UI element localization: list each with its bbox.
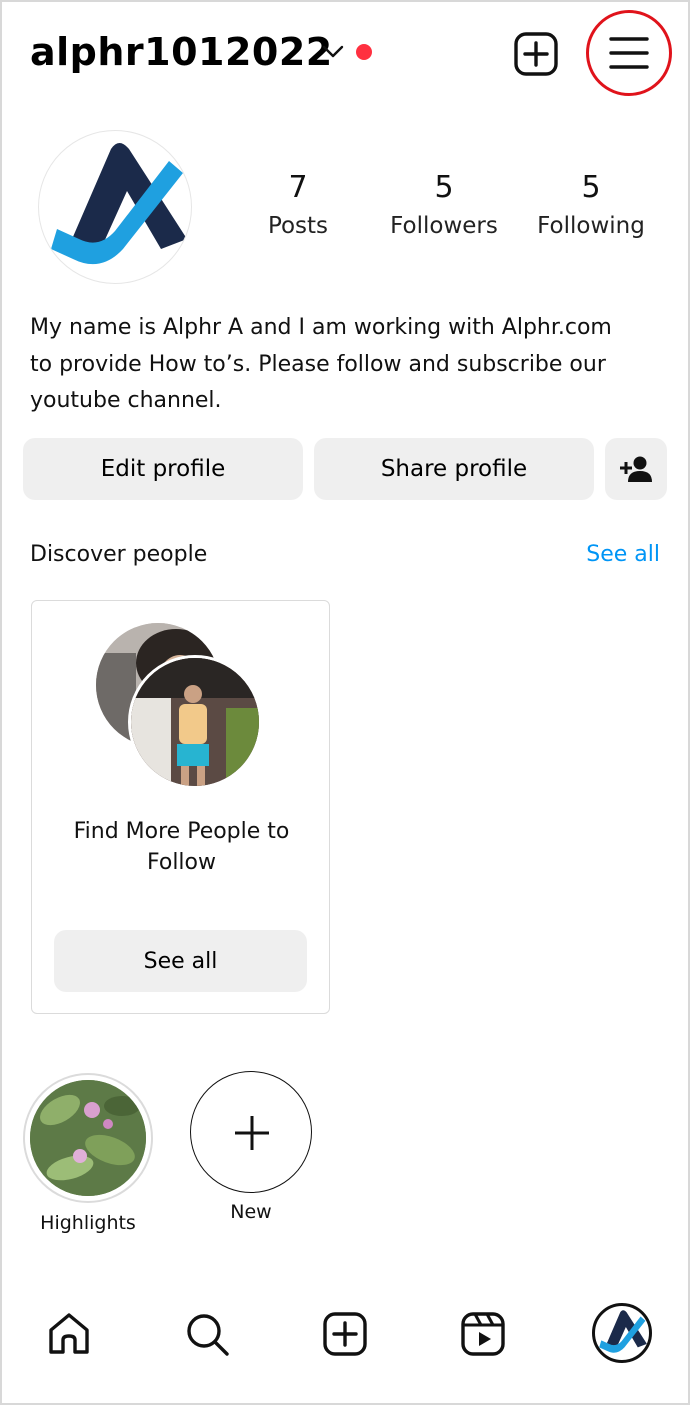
new-highlight-button[interactable] <box>190 1071 312 1193</box>
new-highlight-label: New <box>230 1201 272 1223</box>
discover-people-button[interactable] <box>605 438 667 500</box>
posts-label: Posts <box>267 213 329 239</box>
add-person-icon <box>620 456 652 482</box>
alphr-logo-icon <box>51 143 187 265</box>
home-icon[interactable] <box>45 1310 93 1358</box>
highlight-label: Highlights <box>40 1212 136 1234</box>
posts-stat[interactable]: 7 Posts <box>228 168 368 244</box>
followers-count: 5 <box>434 170 454 205</box>
suggested-person-photo <box>128 655 262 789</box>
discover-card: Find More People to Follow See all <box>31 600 330 1014</box>
discover-people-heading: Discover people <box>30 542 208 567</box>
following-stat[interactable]: 5 Following <box>521 168 661 244</box>
profile-bio: My name is Alphr A and I am working with… <box>30 310 660 420</box>
username-title[interactable]: alphr1012022 <box>30 30 333 74</box>
card-title: Find More People to Follow <box>73 819 290 875</box>
highlight-cover-image[interactable] <box>30 1080 146 1196</box>
search-icon[interactable] <box>183 1310 231 1358</box>
chevron-down-icon[interactable] <box>320 38 346 64</box>
edit-profile-button[interactable]: Edit profile <box>23 438 303 500</box>
followers-stat[interactable]: 5 Followers <box>374 168 514 244</box>
create-icon[interactable] <box>321 1310 369 1358</box>
profile-avatar[interactable] <box>38 130 192 284</box>
notification-dot <box>356 44 372 60</box>
alphr-logo-icon <box>599 1310 647 1353</box>
following-count: 5 <box>581 170 601 205</box>
followers-label: Followers <box>390 213 498 239</box>
bio-line: to provide How to’s. Please follow and s… <box>30 351 606 377</box>
posts-count: 7 <box>288 170 308 205</box>
following-label: Following <box>537 213 645 239</box>
profile-avatar[interactable] <box>592 1303 652 1363</box>
plus-icon <box>235 1116 269 1150</box>
bio-line: My name is Alphr A and I am working with… <box>30 315 612 340</box>
bio-line: youtube channel. <box>30 388 222 413</box>
reels-icon[interactable] <box>459 1310 507 1358</box>
create-post-icon[interactable] <box>513 31 559 77</box>
share-profile-button[interactable]: Share profile <box>314 438 594 500</box>
see-all-link[interactable]: See all <box>586 542 660 567</box>
card-see-all-button[interactable]: See all <box>54 930 307 992</box>
menu-icon[interactable] <box>609 35 649 71</box>
